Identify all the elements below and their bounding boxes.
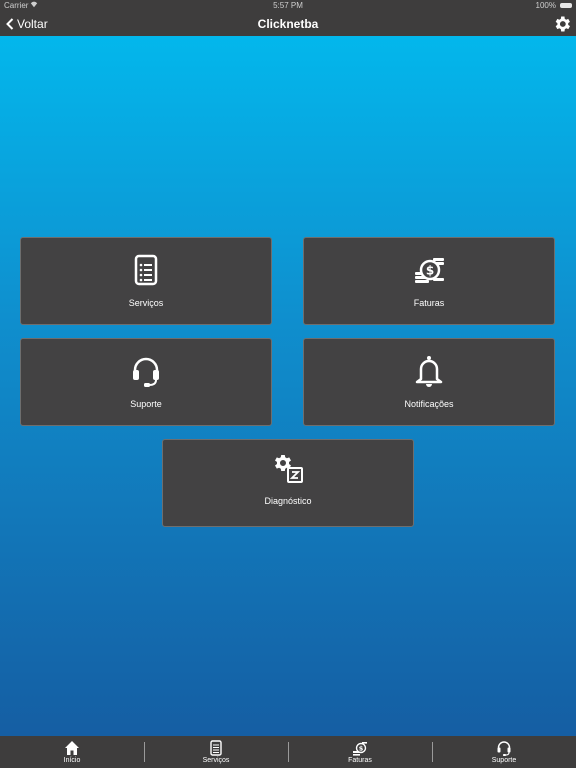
coins-icon: $ — [415, 258, 444, 283]
headset-icon — [497, 741, 511, 756]
tile-label: Faturas — [413, 298, 445, 308]
tab-label: Faturas — [348, 757, 372, 764]
tab-bar: Início Serviços $ Faturas Suporte — [0, 736, 576, 768]
svg-text:$: $ — [426, 264, 434, 278]
headset-icon — [133, 357, 159, 387]
tab-faturas[interactable]: $ Faturas — [288, 736, 432, 768]
navigation-bar: Voltar Clicknetba — [0, 12, 576, 36]
tile-label: Notificações — [404, 399, 454, 409]
tab-suporte[interactable]: Suporte — [432, 736, 576, 768]
svg-text:$: $ — [359, 745, 364, 753]
tile-faturas[interactable]: $ Faturas — [303, 237, 555, 325]
status-time: 5:57 PM — [273, 1, 303, 10]
page-title: Clicknetba — [257, 17, 319, 31]
gear-icon — [555, 16, 570, 32]
tab-servicos[interactable]: Serviços — [144, 736, 288, 768]
tab-inicio[interactable]: Início — [0, 736, 144, 768]
tile-label: Diagnóstico — [264, 496, 312, 506]
tile-label: Suporte — [130, 399, 162, 409]
tile-diagnostico[interactable]: Diagnóstico — [162, 439, 414, 527]
document-list-icon — [210, 740, 222, 756]
battery-percentage: 100% — [535, 1, 556, 10]
home-icon — [65, 741, 79, 755]
tab-label: Início — [63, 757, 81, 764]
settings-button[interactable] — [552, 14, 572, 34]
battery-icon — [560, 3, 572, 8]
document-list-icon — [134, 254, 158, 286]
main-content: Serviços $ Faturas Suporte Notificações … — [0, 36, 576, 736]
tile-notificacoes[interactable]: Notificações — [303, 338, 555, 426]
tile-suporte[interactable]: Suporte — [20, 338, 272, 426]
tile-servicos[interactable]: Serviços — [20, 237, 272, 325]
tab-label: Suporte — [491, 757, 517, 764]
bell-icon — [415, 356, 443, 387]
gear-diagnostic-icon — [275, 455, 303, 483]
tab-label: Serviços — [202, 757, 230, 764]
coins-icon: $ — [353, 742, 367, 756]
tile-label: Serviços — [128, 298, 164, 308]
status-bar: Carrier 5:57 PM 100% — [0, 0, 576, 12]
